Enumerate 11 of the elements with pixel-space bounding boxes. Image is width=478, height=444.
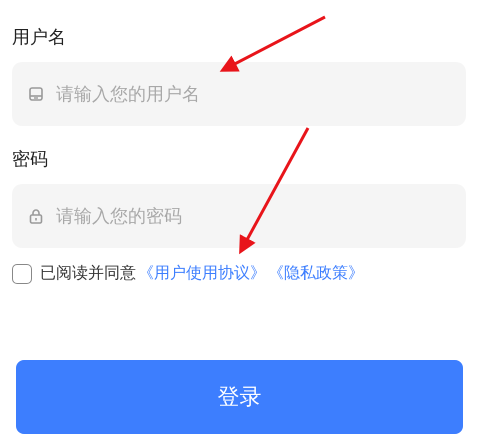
field-label: 密码: [12, 148, 48, 172]
input-field[interactable]: 请输入您的密码: [12, 184, 466, 248]
input-field[interactable]: 请输入您的用户名: [12, 62, 466, 126]
agreement-link[interactable]: 《用户使用协议》: [138, 263, 266, 284]
card-icon: [28, 86, 44, 102]
login-button[interactable]: 登录: [16, 360, 463, 434]
agreement-link[interactable]: 《隐私政策》: [268, 263, 364, 284]
lock-icon: [28, 208, 44, 224]
field-label: 用户名: [12, 26, 66, 50]
agreement-text: 已阅读并同意: [40, 263, 136, 284]
checkbox[interactable]: [12, 264, 32, 284]
